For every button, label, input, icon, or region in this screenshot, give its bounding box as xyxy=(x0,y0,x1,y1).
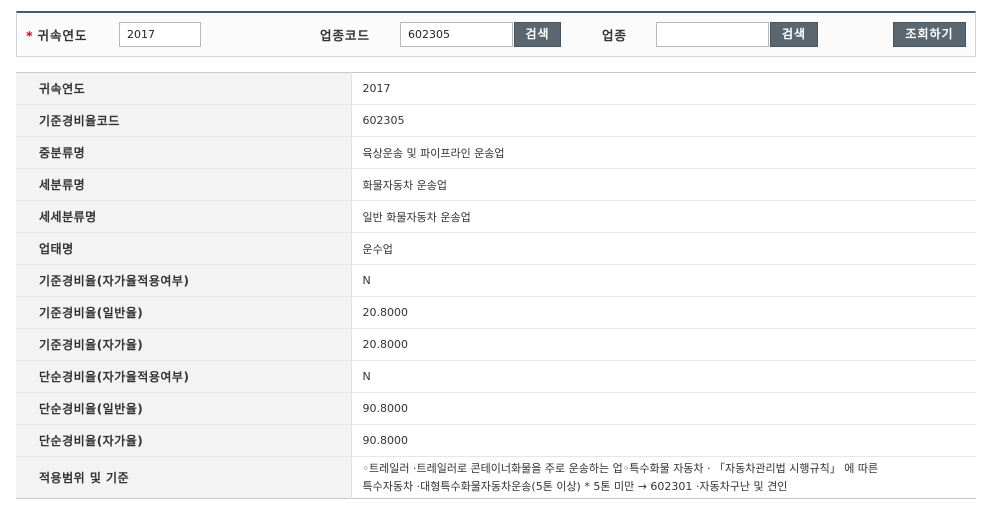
row-value: 90.8000 xyxy=(351,424,976,457)
table-row: 단순경비율(자가율적용여부) N xyxy=(16,360,976,393)
row-label: 업태명 xyxy=(16,232,352,265)
table-row: 세세분류명 일반 화물자동차 운송업 xyxy=(16,200,976,233)
table-row: 업태명 운수업 xyxy=(16,232,976,265)
table-row: 기준경비율코드 602305 xyxy=(16,104,976,137)
row-label: 기준경비율(자가율적용여부) xyxy=(16,264,352,297)
year-label-text: 귀속연도 xyxy=(37,28,88,43)
year-label: * 귀속연도 xyxy=(26,25,88,44)
scope-line-1: ◦트레일러 ·트레일러로 콘테이너화물을 주로 운송하는 업◦특수화물 자동차 … xyxy=(362,461,879,475)
row-label: 중분류명 xyxy=(16,136,352,169)
search-panel: *귀속연도 업종코드 검색 업종 검색 조회하기 xyxy=(16,11,976,57)
code-search-button[interactable]: 검색 xyxy=(514,22,561,47)
row-value: ◦트레일러 ·트레일러로 콘테이너화물을 주로 운송하는 업◦특수화물 자동차 … xyxy=(351,457,976,499)
industry-search-button[interactable]: 검색 xyxy=(770,22,818,47)
industry-input[interactable] xyxy=(656,22,769,47)
detail-table: 귀속연도 2017 기준경비율코드 602305 중분류명 육상운송 및 파이프라인 … xyxy=(16,72,976,499)
row-label: 기준경비율코드 xyxy=(16,104,352,137)
row-value: 602305 xyxy=(351,104,976,137)
row-label: 기준경비율(일반율) xyxy=(16,296,352,329)
query-button[interactable]: 조회하기 xyxy=(893,22,966,47)
required-mark: * xyxy=(26,28,34,43)
table-row: 귀속연도 2017 xyxy=(16,72,976,105)
row-label: 기준경비율(자가율) xyxy=(16,328,352,361)
row-value: N xyxy=(351,264,976,297)
table-row: 단순경비율(일반율) 90.8000 xyxy=(16,392,976,425)
row-value: N xyxy=(351,360,976,393)
row-value: 2017 xyxy=(351,72,976,105)
industry-code-label: 업종코드 xyxy=(320,28,371,43)
row-value: 육상운송 및 파이프라인 운송업 xyxy=(351,136,976,169)
industry-code-input[interactable] xyxy=(400,22,513,47)
table-row: 기준경비율(일반율) 20.8000 xyxy=(16,296,976,329)
table-row: 중분류명 육상운송 및 파이프라인 운송업 xyxy=(16,136,976,169)
row-label: 단순경비율(일반율) xyxy=(16,392,352,425)
row-label: 단순경비율(자가율) xyxy=(16,424,352,457)
row-value: 화물자동차 운송업 xyxy=(351,168,976,201)
row-value: 일반 화물자동차 운송업 xyxy=(351,200,976,233)
table-row: 적용범위 및 기준 ◦트레일러 ·트레일러로 콘테이너화물을 주로 운송하는 업◦… xyxy=(16,456,976,499)
row-label: 단순경비율(자가율적용여부) xyxy=(16,360,352,393)
table-row: 단순경비율(자가율) 90.8000 xyxy=(16,424,976,457)
industry-label: 업종 xyxy=(602,28,628,43)
table-row: 세분류명 화물자동차 운송업 xyxy=(16,168,976,201)
scope-line-2: 특수자동차 ·대형특수화물자동차운송(5톤 이상) * 5톤 미만 → 6023… xyxy=(362,479,788,493)
year-input[interactable] xyxy=(119,22,201,47)
row-label: 귀속연도 xyxy=(16,72,352,105)
row-value: 20.8000 xyxy=(351,296,976,329)
row-label: 적용범위 및 기준 xyxy=(16,456,352,499)
table-row: 기준경비율(자가율적용여부) N xyxy=(16,264,976,297)
row-label: 세세분류명 xyxy=(16,200,352,233)
row-value: 운수업 xyxy=(351,232,976,265)
row-value: 90.8000 xyxy=(351,392,976,425)
row-label: 세분류명 xyxy=(16,168,352,201)
table-row: 기준경비율(자가율) 20.8000 xyxy=(16,328,976,361)
row-value: 20.8000 xyxy=(351,328,976,361)
